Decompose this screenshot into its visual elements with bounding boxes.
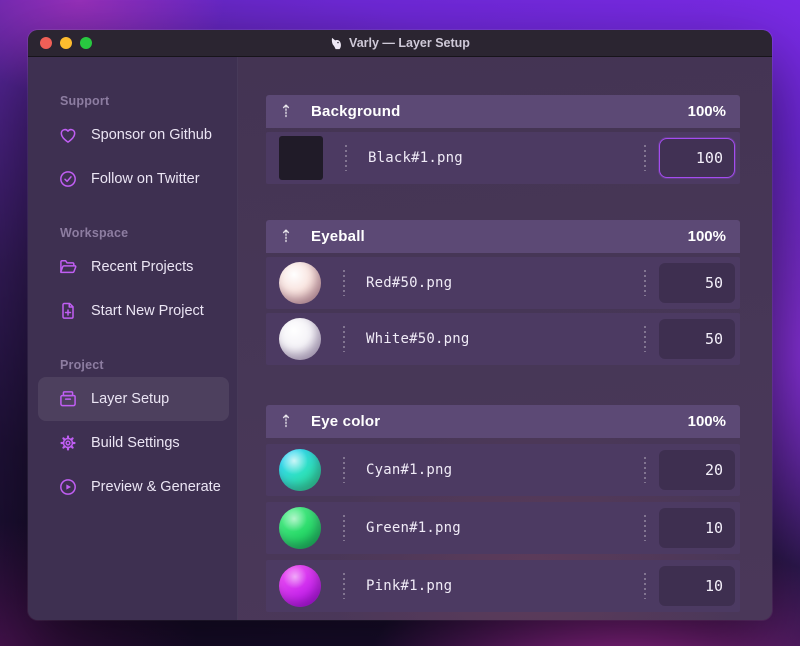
sidebar-section-support: Support [60, 94, 110, 108]
window-title-text: Varly — Layer Setup [349, 36, 470, 50]
layer-group-background: Background 100% Black#1.png [266, 95, 740, 184]
divider [644, 270, 646, 296]
divider [644, 573, 646, 599]
layer-filename: Pink#1.png [366, 578, 453, 594]
unicorn-icon [330, 37, 343, 50]
divider [343, 573, 345, 599]
layer-filename: Red#50.png [366, 275, 453, 291]
layer-weight-input[interactable] [659, 450, 735, 490]
group-opacity: 100% [687, 413, 726, 430]
divider [343, 515, 345, 541]
group-header: Eye color 100% [266, 405, 740, 438]
sidebar-item-recent-projects[interactable]: Recent Projects [38, 245, 229, 289]
layer-filename: Cyan#1.png [366, 462, 453, 478]
group-header: Background 100% [266, 95, 740, 128]
app-window: Varly — Layer Setup Support Sponsor on G… [28, 30, 772, 620]
layer-row: Cyan#1.png [266, 444, 740, 496]
zoom-button[interactable] [80, 37, 92, 49]
drag-handle-icon[interactable] [280, 103, 292, 120]
layer-weight-input[interactable] [659, 263, 735, 303]
layer-row: Red#50.png [266, 257, 740, 309]
file-plus-icon [58, 301, 78, 321]
sidebar-item-preview-generate[interactable]: Preview & Generate [38, 465, 229, 509]
layer-weight-input[interactable] [659, 138, 735, 178]
drag-handle-icon[interactable] [280, 413, 292, 430]
sidebar-item-follow-twitter[interactable]: Follow on Twitter [38, 157, 229, 201]
layer-thumbnail [279, 318, 321, 360]
sidebar-item-start-new-project[interactable]: Start New Project [38, 289, 229, 333]
minimize-button[interactable] [60, 37, 72, 49]
close-button[interactable] [40, 37, 52, 49]
layer-group-eyeball: Eyeball 100% Red#50.png White#50.png [266, 220, 740, 365]
sidebar-section-project: Project [60, 358, 104, 372]
group-title: Background [311, 103, 401, 120]
sidebar-item-label: Follow on Twitter [91, 171, 200, 187]
sidebar-item-label: Layer Setup [91, 391, 170, 407]
sidebar-item-layer-setup[interactable]: Layer Setup [38, 377, 229, 421]
sidebar-item-label: Build Settings [91, 435, 180, 451]
heart-icon [58, 125, 78, 145]
layer-weight-input[interactable] [659, 319, 735, 359]
sidebar: Support Sponsor on Github Follow on Twit… [28, 57, 238, 620]
group-title: Eyeball [311, 228, 365, 245]
divider [644, 145, 646, 171]
layer-weight-input[interactable] [659, 566, 735, 606]
layer-group-eye-color: Eye color 100% Cyan#1.png Green#1.png [266, 405, 740, 612]
titlebar[interactable]: Varly — Layer Setup [28, 30, 772, 57]
folder-icon [58, 257, 78, 277]
layer-thumbnail [279, 449, 321, 491]
layer-weight-input[interactable] [659, 508, 735, 548]
group-header: Eyeball 100% [266, 220, 740, 253]
layer-row: Black#1.png [266, 132, 740, 184]
divider [644, 515, 646, 541]
divider [343, 270, 345, 296]
layer-row: Green#1.png [266, 502, 740, 554]
layer-thumbnail [279, 262, 321, 304]
sidebar-item-label: Start New Project [91, 303, 204, 319]
layer-filename: Black#1.png [368, 150, 463, 166]
gear-icon [58, 433, 78, 453]
window-title: Varly — Layer Setup [330, 36, 470, 50]
divider [644, 457, 646, 483]
divider [343, 326, 345, 352]
drag-handle-icon[interactable] [280, 228, 292, 245]
traffic-lights [40, 30, 92, 56]
layer-row: White#50.png [266, 313, 740, 365]
divider [644, 326, 646, 352]
layer-setup-panel: Background 100% Black#1.png Eyeba [238, 57, 772, 620]
group-opacity: 100% [687, 228, 726, 245]
sidebar-item-build-settings[interactable]: Build Settings [38, 421, 229, 465]
sidebar-item-label: Sponsor on Github [91, 127, 212, 143]
sidebar-item-label: Preview & Generate [91, 479, 221, 495]
group-title: Eye color [311, 413, 381, 430]
play-circle-icon [58, 477, 78, 497]
layer-thumbnail [279, 136, 323, 180]
layer-row: Pink#1.png [266, 560, 740, 612]
layer-thumbnail [279, 507, 321, 549]
sidebar-item-sponsor-github[interactable]: Sponsor on Github [38, 113, 229, 157]
sidebar-section-workspace: Workspace [60, 226, 129, 240]
archive-icon [58, 389, 78, 409]
sidebar-item-label: Recent Projects [91, 259, 194, 275]
layer-filename: White#50.png [366, 331, 470, 347]
verified-check-icon [58, 169, 78, 189]
group-opacity: 100% [687, 103, 726, 120]
layer-filename: Green#1.png [366, 520, 461, 536]
layer-thumbnail [279, 565, 321, 607]
divider [345, 145, 347, 171]
divider [343, 457, 345, 483]
